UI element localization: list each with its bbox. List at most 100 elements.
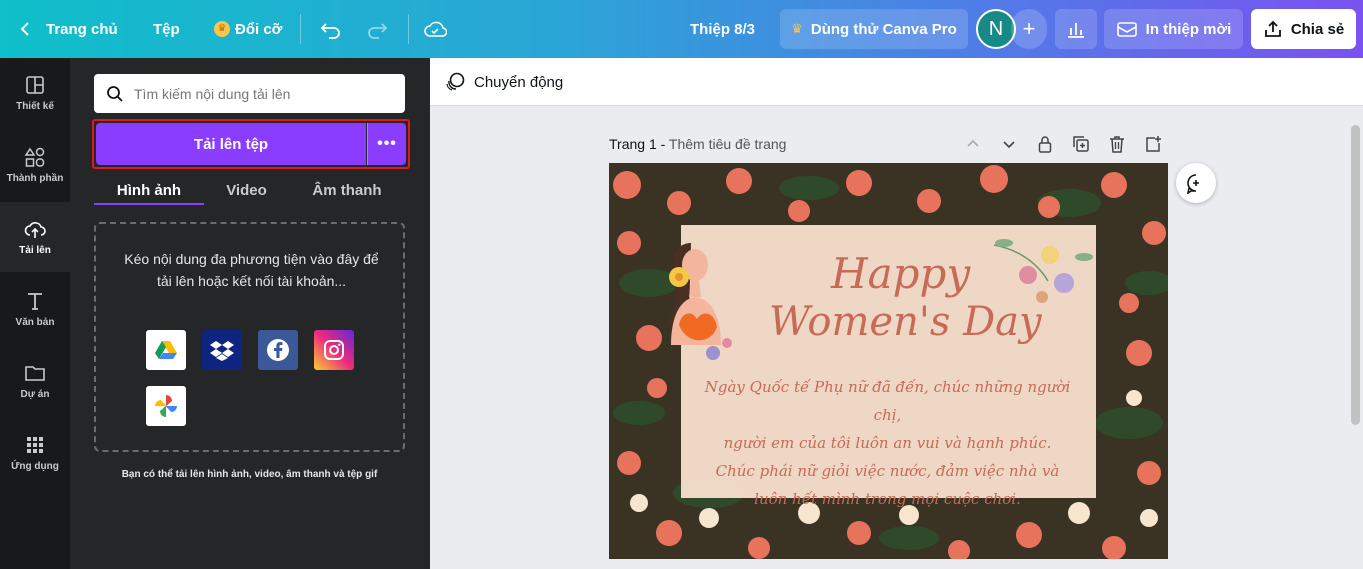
upload-files-button[interactable]: Tải lên tệp	[96, 123, 366, 165]
rail-item-text[interactable]: Văn bản	[0, 274, 70, 344]
tab-images[interactable]: Hình ảnh	[94, 174, 204, 206]
rail-label: Tải lên	[19, 245, 51, 256]
chevron-left-icon	[20, 22, 29, 36]
rail-label: Thiết kế	[16, 101, 54, 112]
card-title-line1[interactable]: Happy	[831, 249, 970, 298]
page-label: Trang 1 - Thêm tiêu đề trang	[609, 136, 786, 152]
dropbox-button[interactable]	[202, 330, 242, 370]
upload-label: Tải lên tệp	[193, 135, 269, 153]
message-line: người em của tôi luôn an vui và hạnh phú…	[723, 434, 1052, 452]
facebook-icon	[267, 339, 289, 361]
file-label: Tệp	[153, 20, 180, 38]
google-drive-button[interactable]	[146, 330, 186, 370]
dropbox-icon	[210, 341, 234, 361]
upload-dropzone[interactable]: Kéo nội dung đa phương tiện vào đây để t…	[94, 222, 405, 452]
rail-item-uploads[interactable]: Tải lên	[0, 202, 70, 272]
print-invitation-button[interactable]: In thiệp mời	[1104, 9, 1243, 49]
move-page-down-button[interactable]	[999, 134, 1019, 154]
tab-label: Âm thanh	[312, 181, 382, 199]
card-message[interactable]: Ngày Quốc tế Phụ nữ đã đến, chúc những n…	[695, 373, 1080, 513]
message-panel[interactable]: Happy Women's Day Ngày Quốc tế Phụ nữ đã…	[667, 225, 1096, 508]
doc-title[interactable]: Thiệp 8/3	[690, 0, 755, 58]
divider	[300, 14, 301, 44]
divider	[408, 14, 409, 44]
add-page-button[interactable]	[1143, 134, 1163, 154]
plus-icon: +	[1022, 16, 1036, 41]
google-photos-button[interactable]	[146, 386, 186, 426]
text-icon	[28, 293, 42, 310]
design-card[interactable]: Happy Women's Day Ngày Quốc tế Phụ nữ đã…	[609, 163, 1168, 559]
rail-item-projects[interactable]: Dự án	[0, 346, 70, 416]
search-input[interactable]	[134, 85, 384, 102]
rail-label: Dự án	[20, 389, 50, 400]
doc-title-text: Thiệp 8/3	[690, 20, 756, 38]
folder-icon	[25, 366, 45, 381]
file-menu[interactable]: Tệp	[153, 0, 180, 58]
cloud-save-status[interactable]	[423, 0, 447, 58]
trash-icon	[1110, 136, 1124, 153]
cloud-upload-icon	[24, 222, 46, 238]
move-page-up-button[interactable]	[963, 134, 983, 154]
undo-button[interactable]	[320, 0, 342, 58]
chevron-up-icon	[967, 139, 979, 147]
upload-button-group: Tải lên tệp •••	[92, 119, 410, 169]
uploads-panel: Tải lên tệp ••• Hình ảnh Video Âm thanh …	[70, 58, 430, 569]
message-line: Ngày Quốc tế Phụ nữ đã đến, chúc những n…	[704, 378, 1071, 424]
add-member-button[interactable]: +	[1011, 9, 1047, 49]
instagram-icon	[324, 340, 344, 360]
instagram-button[interactable]	[314, 330, 354, 370]
scrollbar-thumb[interactable]	[1351, 125, 1360, 425]
more-options-button[interactable]: •••	[367, 123, 406, 165]
insights-button[interactable]	[1055, 9, 1097, 49]
tab-audio[interactable]: Âm thanh	[294, 174, 400, 206]
redo-button[interactable]	[366, 0, 388, 58]
lock-page-button[interactable]	[1035, 134, 1055, 154]
apps-grid-icon	[27, 437, 43, 453]
home-label: Trang chủ	[46, 20, 118, 38]
motion-label: Chuyển động	[474, 73, 564, 91]
crown-icon: ♛	[214, 21, 230, 37]
rail-label: Ứng dụng	[11, 461, 59, 472]
rail-item-apps[interactable]: Ứng dụng	[0, 418, 70, 488]
pro-label: Dùng thử Canva Pro	[810, 20, 957, 38]
share-button[interactable]: Chia sẻ	[1251, 9, 1356, 49]
search-icon	[107, 85, 123, 102]
card-title-line2[interactable]: Women's Day	[769, 299, 1042, 345]
tab-video[interactable]: Video	[204, 174, 289, 206]
google-photos-icon	[155, 395, 177, 417]
delete-page-button[interactable]	[1107, 134, 1127, 154]
cloud-check-icon	[424, 21, 447, 37]
page-number: Trang 1 -	[609, 136, 669, 152]
upload-hint: Bạn có thể tải lên hình ảnh, video, âm t…	[121, 469, 378, 480]
home-button[interactable]: Trang chủ	[18, 0, 118, 58]
animate-button[interactable]: Chuyển động	[444, 58, 563, 106]
left-rail: Thiết kế Thành phần Tải lên Văn bản Dự á…	[0, 58, 70, 569]
share-label: Chia sẻ	[1290, 20, 1345, 38]
page-title-input[interactable]: Thêm tiêu đề trang	[669, 136, 787, 152]
dropzone-text: Kéo nội dung đa phương tiện vào đây để t…	[124, 251, 379, 289]
lock-icon	[1038, 136, 1052, 153]
redo-icon	[368, 23, 388, 39]
rail-item-design[interactable]: Thiết kế	[0, 58, 70, 128]
tab-label: Hình ảnh	[116, 181, 182, 199]
bar-chart-icon	[1068, 23, 1084, 38]
tab-label: Video	[226, 181, 267, 199]
rail-item-elements[interactable]: Thành phần	[0, 130, 70, 200]
woman-illustration	[667, 243, 732, 360]
vertical-scrollbar[interactable]	[1348, 107, 1363, 569]
resize-button[interactable]: ♛ Đổi cỡ	[214, 0, 282, 58]
avatar[interactable]: N	[976, 9, 1016, 49]
chevron-down-icon	[1003, 141, 1015, 149]
envelope-icon	[1116, 22, 1137, 37]
editor-toolbar: Chuyển động	[430, 58, 1363, 106]
crown-icon: ♛	[791, 21, 803, 36]
try-pro-button[interactable]: ♛ Dùng thử Canva Pro	[780, 9, 968, 49]
shapes-icon	[24, 147, 45, 167]
facebook-button[interactable]	[258, 330, 298, 370]
add-comment-button[interactable]	[1176, 163, 1216, 203]
top-bar: Trang chủ Tệp ♛ Đổi cỡ Thiệp 8/3 ♛ Dùng …	[0, 0, 1363, 58]
duplicate-page-button[interactable]	[1071, 134, 1091, 154]
share-upload-icon	[1264, 20, 1281, 37]
comment-add-icon	[1186, 174, 1199, 194]
search-box	[94, 74, 405, 113]
